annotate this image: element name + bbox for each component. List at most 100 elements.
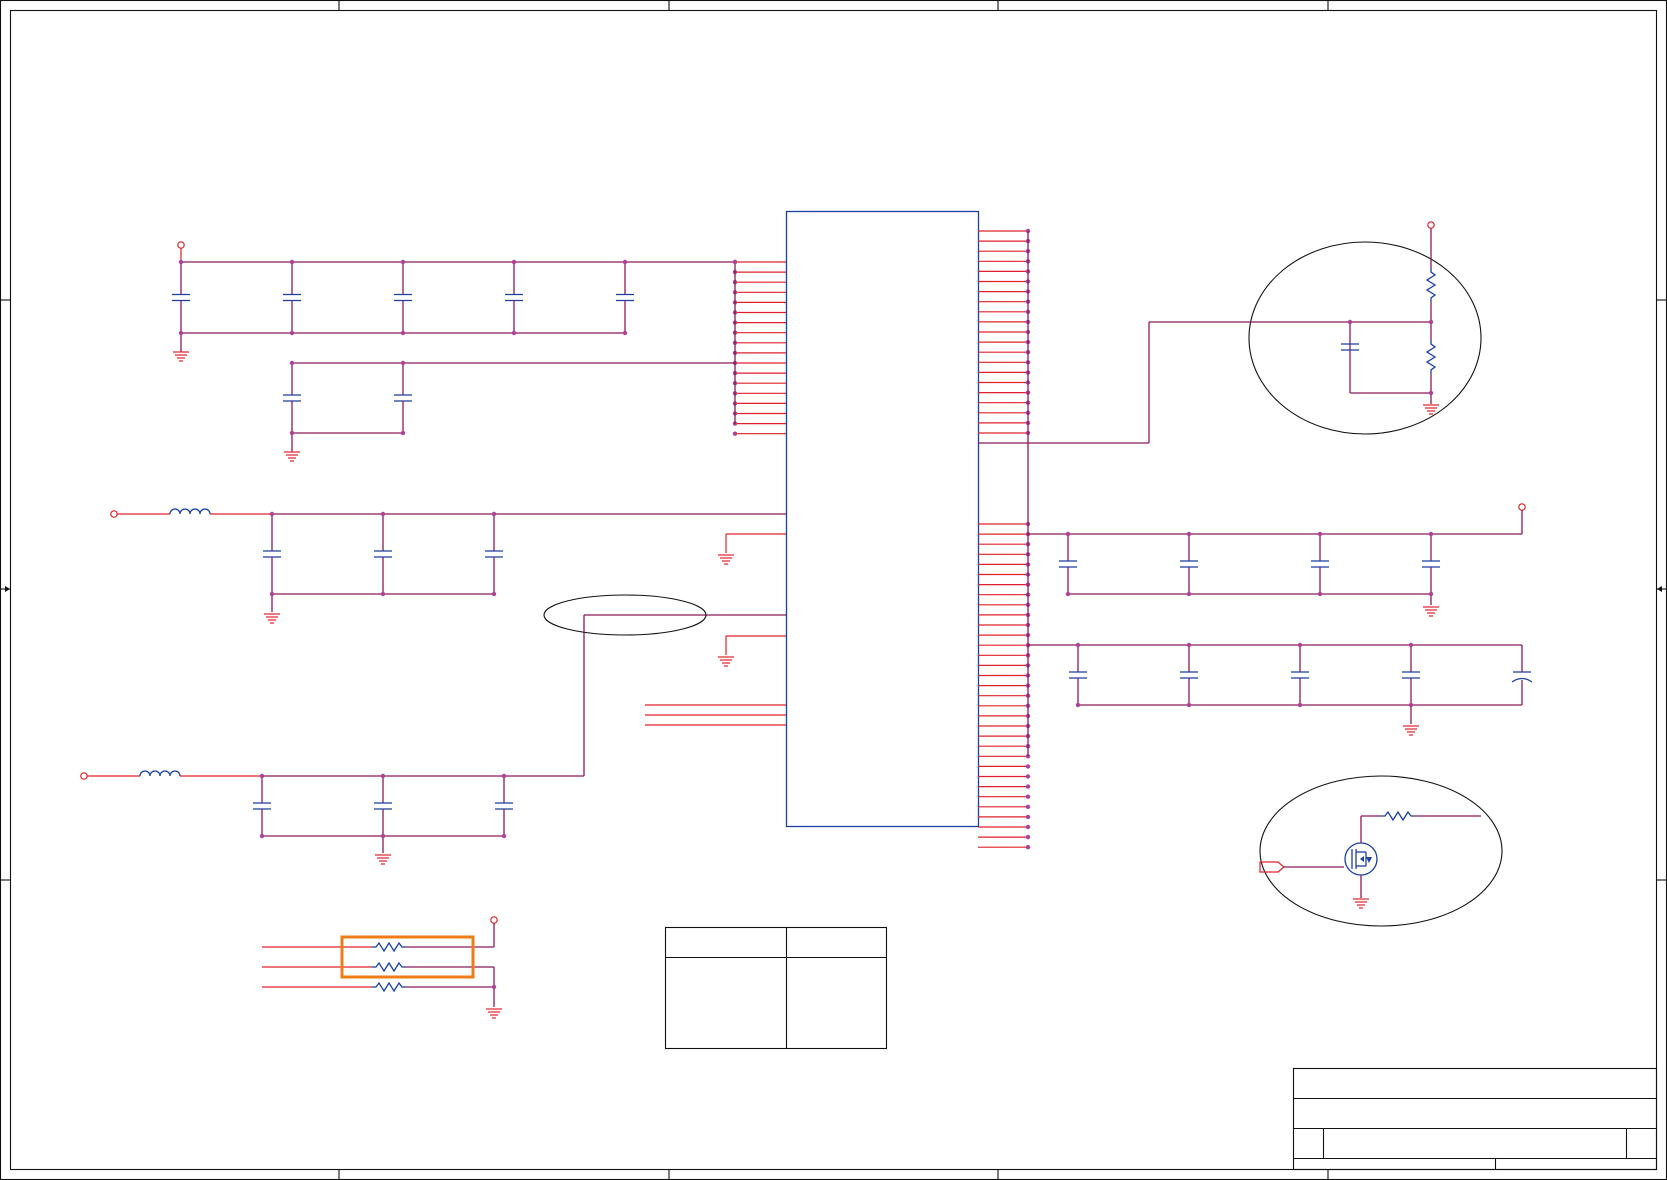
- junction-dot: [400, 430, 406, 436]
- capacitor-symbol: [1069, 642, 1087, 708]
- capacitor-symbol: [253, 773, 271, 839]
- junction-dot: [511, 259, 517, 265]
- junction-dot: [732, 431, 738, 436]
- ground-symbol: [264, 613, 280, 624]
- junction-dot: [1025, 764, 1031, 769]
- power-port: [1518, 503, 1526, 511]
- ground-symbol: [486, 1008, 502, 1019]
- junction-dot: [491, 591, 497, 597]
- resistor-row: [262, 941, 494, 953]
- capacitor-symbol: [283, 259, 301, 336]
- cap-bank-lower: [1028, 642, 1533, 736]
- junction-dot: [1025, 774, 1031, 779]
- junction-dot: [1025, 845, 1031, 850]
- schematic-canvas: [0, 0, 1667, 1180]
- junction-dot: [1025, 794, 1031, 799]
- junction-dot: [1075, 642, 1081, 648]
- capacitor-symbol: [263, 511, 281, 597]
- ground-symbol: [718, 656, 734, 667]
- mosfet-internals: [1351, 849, 1372, 869]
- junction-dot: [1025, 804, 1031, 809]
- junction-dot: [1186, 702, 1192, 708]
- junction-dot: [289, 259, 295, 265]
- power-port: [490, 916, 498, 924]
- junction-dot: [1317, 531, 1323, 537]
- junction-dot: [1428, 531, 1434, 537]
- capacitor-symbol: [1422, 531, 1440, 597]
- junction-dot: [622, 330, 628, 336]
- junction-dot: [511, 330, 517, 336]
- junction-dot: [1408, 702, 1414, 708]
- ground-symbol: [1423, 606, 1439, 617]
- junction-dot: [732, 259, 738, 265]
- junction-dot: [1317, 591, 1323, 597]
- power-port-top-left: [177, 241, 185, 262]
- junction-dot: [1186, 531, 1192, 537]
- junction-dot: [1428, 591, 1434, 597]
- ground-symbol: [375, 854, 391, 865]
- resistor-array: [262, 916, 502, 1019]
- highlight-ellipse: [1259, 775, 1503, 927]
- top-decoupling-network: [172, 241, 738, 462]
- capacitor-symbol: [394, 259, 412, 336]
- ground-symbol: [173, 351, 189, 362]
- junction-dot: [1297, 642, 1303, 648]
- ic-left-pins: [732, 259, 786, 436]
- resistor-divider-circuit: [978, 221, 1482, 444]
- center-arrow-left: [1, 586, 10, 592]
- capacitor-symbol: [1291, 642, 1309, 708]
- junction-dot: [269, 591, 275, 597]
- junction-dot: [400, 360, 406, 366]
- mosfet-switch-circuit: [1259, 775, 1503, 927]
- ic-body: [785, 210, 980, 828]
- junction-dot: [400, 330, 406, 336]
- ground-symbol: [1403, 725, 1419, 736]
- capacitor-symbol: [1402, 642, 1420, 708]
- power-port: [1427, 221, 1435, 229]
- power-port: [80, 772, 88, 780]
- center-arrow-right: [1657, 586, 1666, 592]
- electrolytic-capacitor-symbol: [1511, 645, 1533, 705]
- lc-filter-1: [110, 508, 786, 624]
- resistor-symbol: [1381, 810, 1415, 822]
- lc-filter-2: [80, 594, 786, 865]
- junction-dot: [1186, 642, 1192, 648]
- junction-dot: [501, 833, 507, 839]
- junction-dot: [1297, 702, 1303, 708]
- junction-dot: [178, 330, 184, 336]
- capacitor-symbol: [374, 511, 392, 597]
- junction-dot: [1408, 642, 1414, 648]
- capacitor-symbol: [374, 773, 392, 839]
- capacitor-symbol: [1059, 531, 1077, 597]
- ground-symbol: [718, 554, 734, 565]
- junction-dot: [269, 511, 275, 517]
- resistor-symbol: [372, 941, 406, 953]
- capacitor-symbol: [283, 360, 301, 436]
- junction-dot: [400, 259, 406, 265]
- junction-dot: [380, 591, 386, 597]
- junction-dot: [289, 430, 295, 436]
- capacitor-symbol: [1180, 531, 1198, 597]
- capacitor-symbol: [394, 360, 412, 436]
- resistor-symbol: [1425, 340, 1437, 374]
- main-ic: [732, 210, 1031, 850]
- junction-dot: [1025, 824, 1031, 830]
- junction-dot: [259, 833, 265, 839]
- ground-symbol: [1353, 898, 1369, 909]
- capacitor-symbol: [495, 773, 513, 839]
- resistor-row: [262, 981, 494, 993]
- schematic-sheet: [0, 0, 1667, 1180]
- capacitor-symbol: [485, 511, 503, 597]
- junction-dot: [1025, 784, 1031, 789]
- capacitor-symbol: [616, 259, 634, 336]
- junction-dot: [178, 259, 184, 265]
- ground-symbol: [1423, 404, 1439, 415]
- resistor-symbol: [372, 981, 406, 993]
- junction-dot: [1025, 814, 1031, 820]
- legend-table: [664, 926, 888, 1050]
- title-block: [1292, 1067, 1658, 1171]
- junction-dot: [1025, 834, 1031, 840]
- inductor-symbol: [139, 770, 181, 777]
- highlight-ellipse: [1248, 241, 1482, 435]
- resistor-row: [262, 961, 494, 973]
